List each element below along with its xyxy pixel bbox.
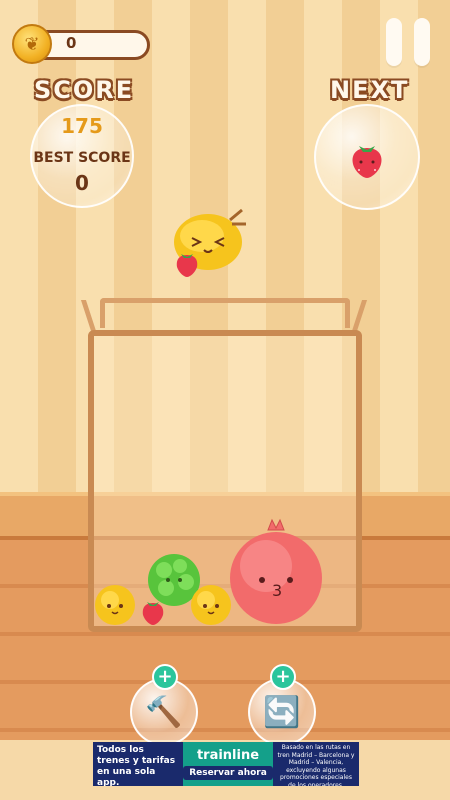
hammer-icon: 🔨 bbox=[145, 694, 183, 730]
pause-button[interactable] bbox=[386, 18, 434, 66]
score-value: 175 bbox=[61, 114, 103, 138]
shuffle-add-badge[interactable]: + bbox=[270, 664, 296, 690]
ad-disclaimer: Basado en las rutas en tren Madrid – Bar… bbox=[273, 742, 359, 786]
score-label: SCORE bbox=[34, 76, 135, 104]
fruit-strawberry-in-box bbox=[142, 602, 164, 625]
ad-cta-button[interactable]: Reservar ahora bbox=[183, 766, 273, 780]
fruit-lemon-small-right bbox=[191, 585, 231, 625]
ad-banner[interactable]: Todos los trenes y tarifas en una sola a… bbox=[93, 742, 359, 786]
container-back-rim bbox=[100, 298, 350, 328]
next-label: NEXT bbox=[330, 76, 410, 104]
coin-value: 0 bbox=[66, 34, 77, 52]
next-fruit-strawberry bbox=[352, 146, 382, 178]
best-score-value: 0 bbox=[75, 171, 89, 195]
held-strawberry bbox=[176, 254, 198, 277]
fruit-pomegranate: 3 bbox=[230, 518, 322, 624]
hammer-add-badge[interactable]: + bbox=[152, 664, 178, 690]
ad-brand: trainline bbox=[196, 748, 260, 763]
pause-icon bbox=[386, 18, 402, 66]
ad-headline: Todos los trenes y tarifas en una sola a… bbox=[93, 742, 183, 786]
svg-text:3: 3 bbox=[272, 581, 282, 600]
coin-icon: ❦ bbox=[12, 24, 52, 64]
shuffle-icon: 🔄 bbox=[263, 694, 301, 730]
best-score-label: BEST SCORE bbox=[33, 150, 131, 166]
fruit-lemon-small-left bbox=[95, 585, 135, 625]
